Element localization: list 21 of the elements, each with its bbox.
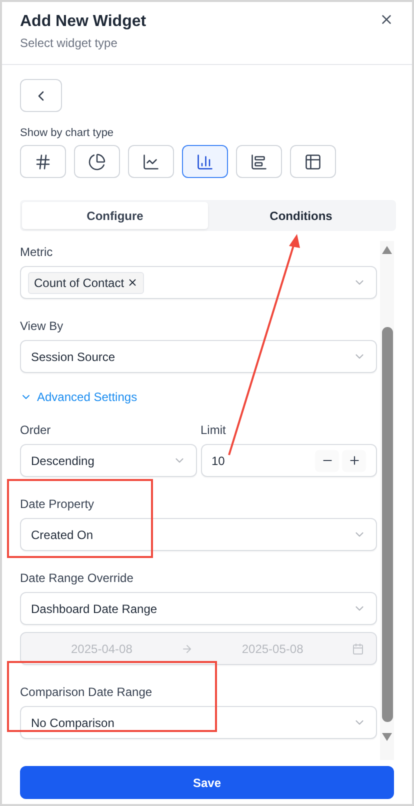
select-field[interactable]: No Comparison bbox=[20, 706, 377, 739]
select-field[interactable]: Descending bbox=[20, 444, 196, 477]
number-field[interactable]: 10 bbox=[200, 444, 377, 477]
select-field[interactable]: Count of Contact bbox=[20, 266, 377, 299]
field-label: Date Range Override bbox=[20, 571, 134, 585]
dialog-title: Add New Widget bbox=[20, 12, 146, 32]
select-field[interactable]: Session Source bbox=[20, 340, 377, 373]
dialog-subtitle: Select widget type bbox=[20, 36, 118, 50]
chart-type-label: Show by chart type bbox=[20, 127, 115, 139]
field-label: Limit bbox=[200, 423, 226, 437]
field-label: Metric bbox=[20, 245, 53, 259]
select-field[interactable]: Created On bbox=[20, 518, 377, 551]
tab[interactable]: Configure bbox=[22, 202, 208, 229]
field-label: View By bbox=[20, 319, 64, 333]
select-field[interactable]: Dashboard Date Range bbox=[20, 592, 377, 625]
save-button[interactable]: Save bbox=[20, 766, 394, 799]
field-label: Date Property bbox=[20, 497, 94, 511]
field-label: Order bbox=[20, 423, 51, 437]
field-label: Comparison Date Range bbox=[20, 685, 152, 699]
tab[interactable]: Conditions bbox=[208, 202, 394, 229]
tag: Count of Contact bbox=[28, 272, 144, 294]
